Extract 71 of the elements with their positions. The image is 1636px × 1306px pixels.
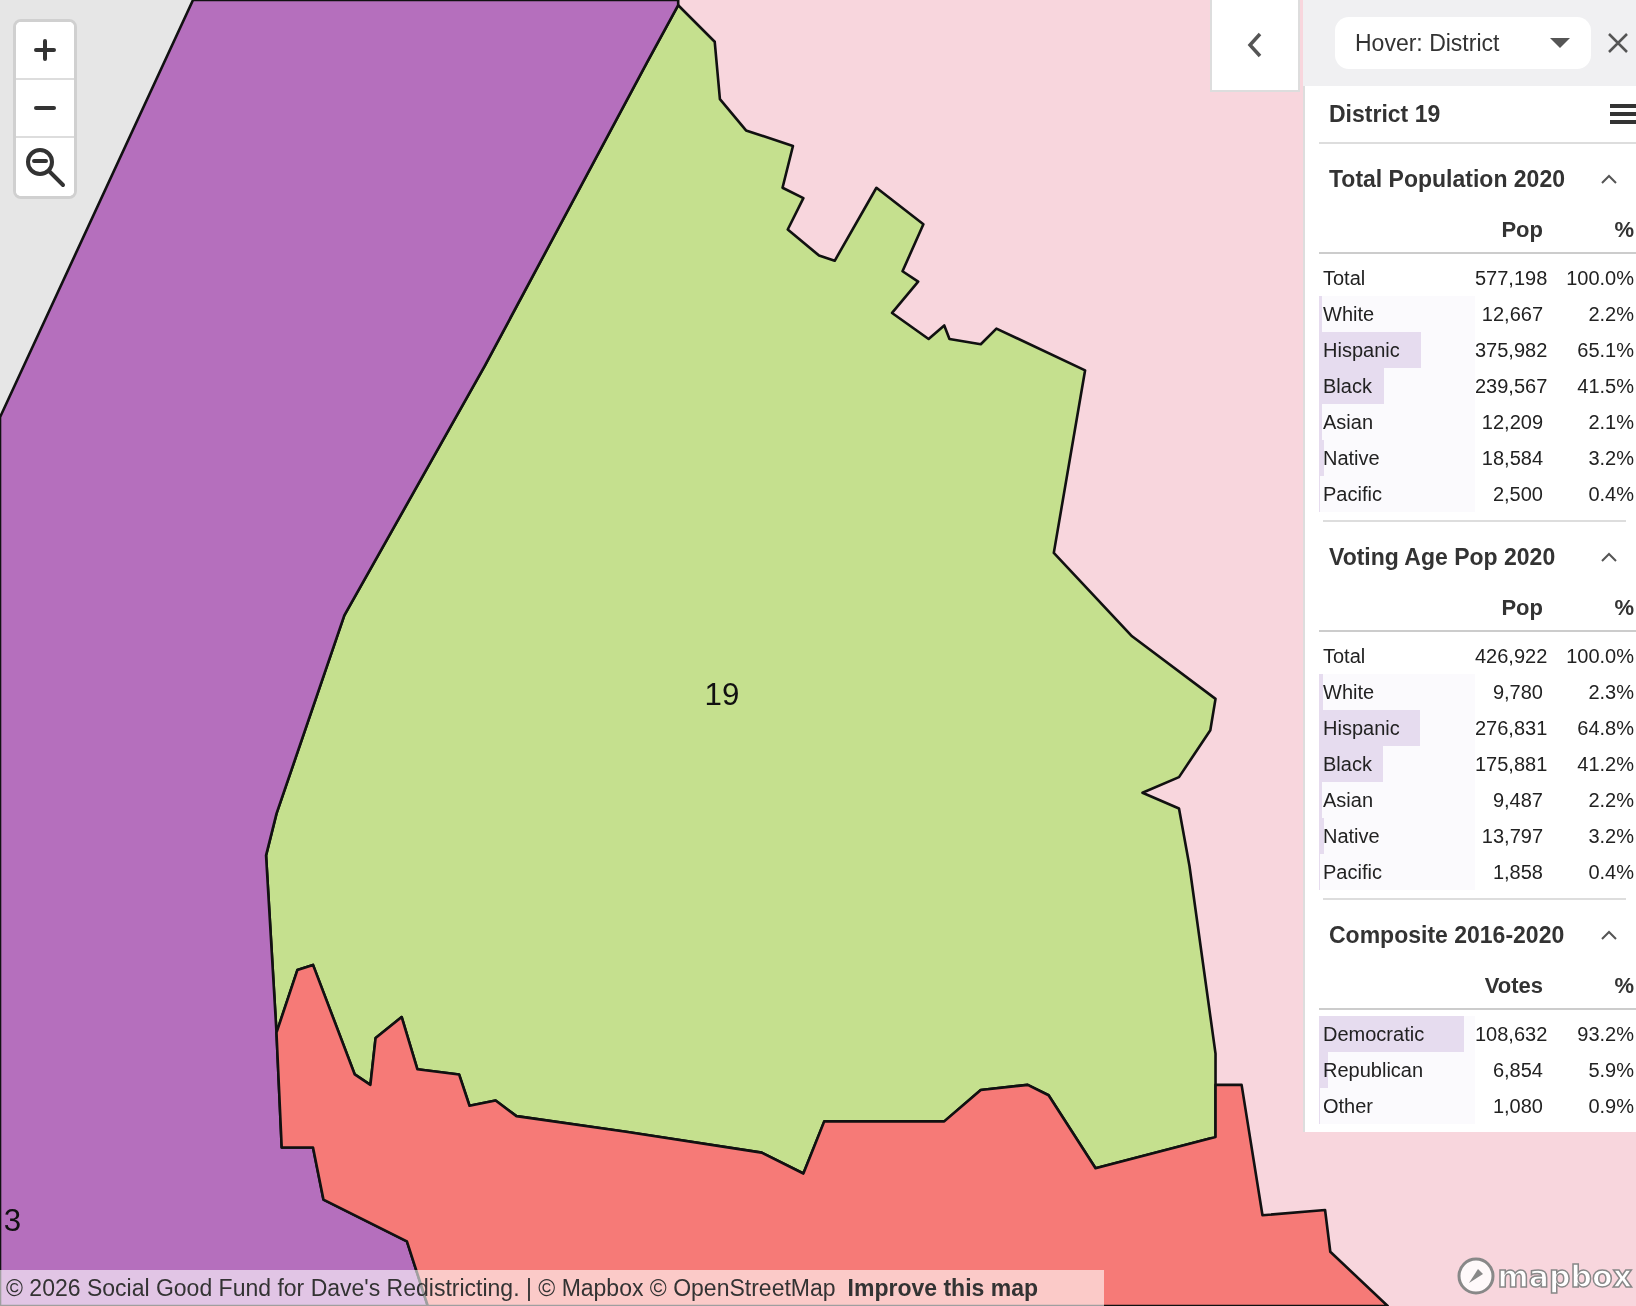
district-title: District 19: [1329, 100, 1441, 128]
table-cell-text: Democratic: [1322, 1022, 1425, 1046]
chevron-icon: [1600, 551, 1618, 563]
list-icon[interactable]: [1610, 103, 1636, 125]
table-cell-text: 100.0%: [1565, 266, 1634, 290]
chevron-icon: [1600, 929, 1618, 941]
table-cell-text: Hispanic: [1322, 338, 1400, 362]
section-header[interactable]: Total Population 2020: [1323, 144, 1626, 208]
table-cell-text: 13,797: [1480, 824, 1543, 848]
table-cell-text: 3.2%: [1587, 824, 1634, 848]
attribution-text: © 2026 Social Good Fund for Dave's Redistricting. | © Mapbox © OpenStreetMap: [6, 1274, 836, 1302]
table-cell-text: 65.1%: [1576, 338, 1634, 362]
table-cell-text: 9,780: [1491, 680, 1543, 704]
table-cell-text: Hispanic: [1322, 716, 1400, 740]
table-cell-text: 0.9%: [1587, 1094, 1634, 1118]
column-header: %: [1613, 973, 1634, 999]
column-header: %: [1613, 595, 1634, 621]
table-cell-text: Pacific: [1322, 860, 1382, 884]
table-cell-text: Native: [1322, 824, 1380, 848]
table-cell-text: White: [1322, 680, 1375, 704]
table-cell-text: 6,854: [1491, 1058, 1543, 1082]
district-number: 3: [3, 1202, 22, 1238]
minus-icon: [34, 106, 56, 110]
district-number: 19: [704, 677, 740, 713]
close-icon: [1607, 32, 1629, 54]
table-cell-text: 2.3%: [1587, 680, 1634, 704]
table-cell-text: 2.1%: [1587, 410, 1634, 434]
table-cell-text: 2.2%: [1587, 302, 1634, 326]
table-cell-text: Black: [1322, 752, 1372, 776]
table-cell-text: 12,209: [1480, 410, 1543, 434]
table-cell-text: Asian: [1322, 788, 1374, 812]
table-cell-text: 18,584: [1480, 446, 1543, 470]
table-cell-text: Republican: [1322, 1058, 1424, 1082]
table-cell-text: Other: [1322, 1094, 1374, 1118]
hover-dropdown[interactable]: Hover: District: [1335, 17, 1591, 69]
column-header: Votes: [1483, 973, 1543, 999]
table-cell-text: 9,487: [1491, 788, 1543, 812]
table-cell-text: Asian: [1322, 410, 1374, 434]
table-cell-text: White: [1322, 302, 1375, 326]
section-header[interactable]: Composite 2016-2020: [1323, 900, 1626, 964]
table-cell-text: Total: [1322, 266, 1366, 290]
column-header: %: [1613, 217, 1634, 243]
table-cell-text: 0.4%: [1587, 860, 1634, 884]
table-cell-text: 41.2%: [1576, 752, 1634, 776]
table-cell-text: Black: [1322, 374, 1372, 398]
table-cell-text: 12,667: [1480, 302, 1543, 326]
improve-map-link[interactable]: Improve this map: [847, 1274, 1038, 1302]
plus-icon: [33, 38, 57, 62]
table-cell-text: 3.2%: [1587, 446, 1634, 470]
zoom-in-button[interactable]: [16, 22, 74, 80]
table-cell-text: 5.9%: [1587, 1058, 1634, 1082]
column-header: Pop: [1500, 217, 1543, 243]
section-header[interactable]: Voting Age Pop 2020: [1323, 522, 1626, 586]
table-cell-text: Pacific: [1322, 482, 1382, 506]
table-cell-text: 0.4%: [1587, 482, 1634, 506]
zoom-out-icon: [23, 145, 67, 189]
logo-text: mapbox: [1497, 1258, 1632, 1294]
table-cell-text: Native: [1322, 446, 1380, 470]
table-cell-text: 64.8%: [1576, 716, 1634, 740]
table-cell-text: 1,080: [1491, 1094, 1543, 1118]
table-cell-text: 2.2%: [1587, 788, 1634, 812]
chevron-icon: [1600, 173, 1618, 185]
table-cell-text: 100.0%: [1565, 644, 1634, 668]
table-cell-text: 2,500: [1491, 482, 1543, 506]
column-header: Pop: [1500, 595, 1543, 621]
table-cell-text: Total: [1322, 644, 1366, 668]
logo-icon: [1455, 1256, 1496, 1296]
table-cell-text: 1,858: [1491, 860, 1543, 884]
table-cell-text: 41.5%: [1576, 374, 1634, 398]
caret-icon: [1549, 37, 1571, 49]
table-cell-text: 93.2%: [1576, 1022, 1634, 1046]
